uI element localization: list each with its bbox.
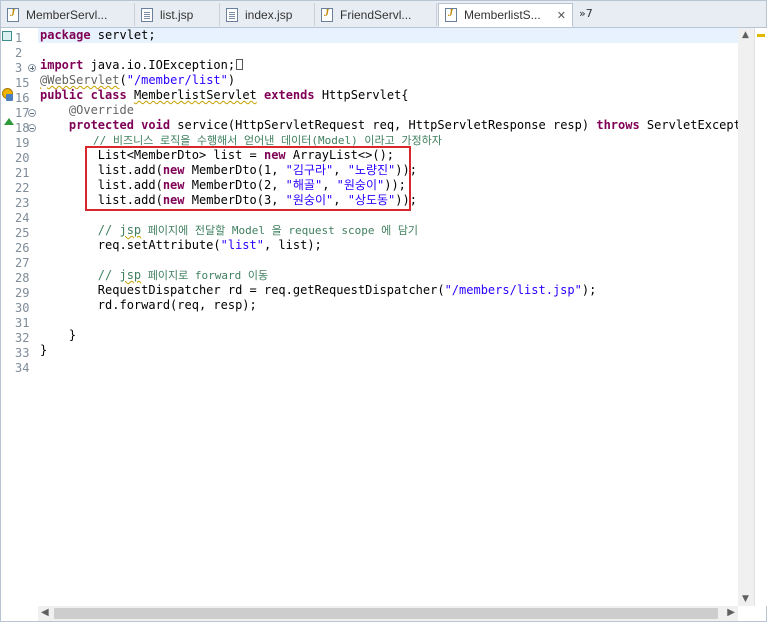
tab-overflow-button[interactable]: »7 [579, 7, 593, 20]
code-line-16: public class MemberlistServlet extends H… [40, 88, 409, 102]
tab-memberservlet[interactable]: MemberServl... [1, 3, 135, 26]
java-file-icon [445, 8, 457, 22]
scroll-right-icon[interactable]: ▶ [727, 607, 735, 618]
code-line-26: req.setAttribute("list", list); [97, 238, 322, 252]
line-number: 2 [15, 46, 23, 60]
line-number: 28 [15, 271, 30, 285]
line-number: 24 [15, 211, 30, 225]
highlight-annotation-box [85, 146, 411, 211]
code-editor[interactable]: package servlet; import java.io.IOExcept… [38, 28, 738, 606]
horizontal-scrollbar[interactable]: ◀ ▶ [38, 606, 738, 621]
code-line-3: import java.io.IOException; [40, 58, 244, 73]
expand-fold-icon[interactable] [28, 64, 36, 72]
line-number: 29 [15, 286, 30, 300]
code-line-29: RequestDispatcher rd = req.getRequestDis… [97, 283, 597, 297]
tab-list-jsp[interactable]: list.jsp [135, 3, 220, 26]
jsp-file-icon [141, 7, 153, 22]
tab-label: index.jsp [245, 7, 293, 22]
vertical-scrollbar[interactable]: ▲ ▼ [738, 28, 754, 606]
code-line-32: } [40, 328, 77, 342]
line-number: 21 [15, 166, 30, 180]
warning-marker-icon[interactable] [2, 88, 13, 101]
scroll-left-icon[interactable]: ◀ [41, 607, 49, 618]
line-number: 19 [15, 136, 30, 150]
code-line-33: } [40, 343, 48, 357]
overview-ruler[interactable] [754, 28, 767, 606]
line-number: 33 [15, 346, 30, 360]
code-line-1: package servlet; [40, 28, 156, 42]
line-number: 15 [15, 76, 30, 90]
bookmark-marker-icon [2, 31, 12, 41]
folded-imports-marker[interactable] [236, 59, 244, 70]
tab-label: MemberlistS... [464, 8, 541, 22]
tab-friendservlet[interactable]: FriendServl... [315, 3, 437, 26]
line-number: 34 [15, 361, 30, 375]
horizontal-scroll-thumb[interactable] [54, 608, 718, 619]
line-number: 25 [15, 226, 30, 240]
scroll-up-icon[interactable]: ▲ [742, 30, 749, 40]
line-number: 27 [15, 256, 30, 270]
collapse-fold-icon[interactable] [28, 124, 36, 132]
overview-warning-mark[interactable] [757, 34, 765, 37]
close-icon[interactable]: ✕ [557, 9, 566, 22]
line-number: 1 [15, 31, 23, 45]
java-editor-window: MemberServl... list.jsp index.jsp Friend… [0, 0, 767, 622]
line-number: 20 [15, 151, 30, 165]
tab-label: list.jsp [160, 7, 194, 22]
scroll-down-icon[interactable]: ▼ [742, 594, 749, 604]
line-number: 30 [15, 301, 30, 315]
tab-label: MemberServl... [26, 7, 108, 22]
tab-label: FriendServl... [340, 7, 412, 22]
line-number: 26 [15, 241, 30, 255]
code-line-18: protected void service(HttpServletReques… [68, 118, 738, 132]
jsp-file-icon [226, 7, 238, 22]
line-number: 32 [15, 331, 30, 345]
code-line-17: @Override [40, 103, 134, 117]
java-file-icon [7, 7, 19, 22]
java-file-icon [321, 7, 333, 22]
tab-index-jsp[interactable]: index.jsp [220, 3, 315, 26]
line-number: 23 [15, 196, 30, 210]
line-number: 16 [15, 91, 30, 105]
line-number: 31 [15, 316, 30, 330]
code-line-30: rd.forward(req, resp); [97, 298, 257, 312]
editor-tab-bar: MemberServl... list.jsp index.jsp Friend… [1, 1, 766, 28]
tab-memberlistservlet[interactable]: MemberlistS... ✕ [438, 3, 573, 27]
code-line-15: @WebServlet("/member/list") [40, 73, 236, 87]
line-number: 22 [15, 181, 30, 195]
collapse-fold-icon[interactable] [28, 109, 36, 117]
code-line-28: // jsp 페이지로 forward 이동 [97, 268, 269, 282]
override-marker-icon[interactable] [4, 118, 14, 125]
code-line-25: // jsp 페이지에 전달할 Model 을 request scope 에 … [97, 223, 419, 237]
